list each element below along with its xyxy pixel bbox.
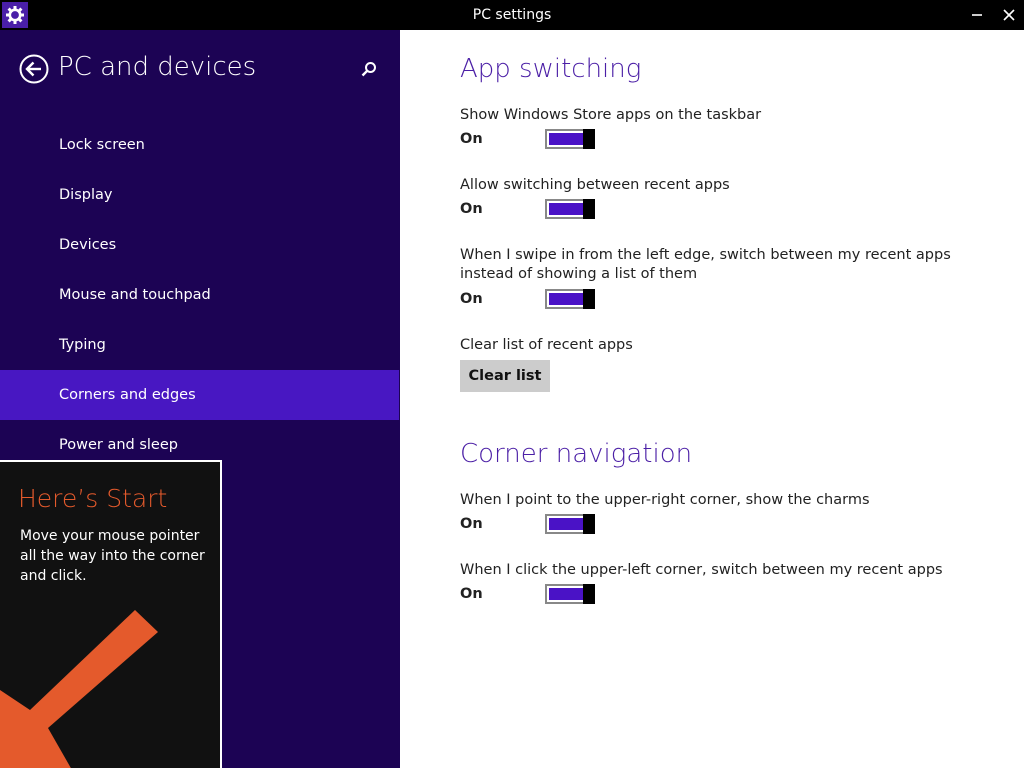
sidebar-item-mouse-and-touchpad[interactable]: Mouse and touchpad [0, 270, 399, 320]
upper-left-recent-apps-label: When I click the upper-left corner, swit… [460, 562, 943, 578]
toggle-thumb [583, 129, 595, 149]
upper-left-recent-apps-state: On [460, 586, 483, 602]
recent-apps-switching-toggle[interactable] [545, 199, 595, 219]
sidebar-item-lock-screen[interactable]: Lock screen [0, 120, 399, 170]
upper-right-charms-toggle[interactable] [545, 514, 595, 534]
toggle-fill [549, 203, 583, 215]
start-tip-panel: Here’s Start Move your mouse pointer all… [0, 460, 222, 768]
close-button[interactable] [994, 0, 1024, 30]
back-button[interactable] [19, 54, 49, 84]
sidebar-title: PC and devices [58, 52, 257, 82]
taskbar-store-apps-toggle[interactable] [545, 129, 595, 149]
sidebar-item-typing[interactable]: Typing [0, 320, 399, 370]
sidebar-item-corners-and-edges[interactable]: Corners and edges [0, 370, 399, 420]
upper-right-charms-label: When I point to the upper-right corner, … [460, 492, 870, 508]
toggle-thumb [583, 514, 595, 534]
arrow-down-left-icon [0, 610, 158, 768]
toggle-fill [549, 518, 583, 530]
clear-recent-apps-label: Clear list of recent apps [460, 337, 633, 353]
tip-body: Move your mouse pointer all the way into… [20, 528, 205, 584]
gear-icon[interactable] [2, 2, 28, 28]
back-arrow-icon [19, 54, 49, 84]
corner-navigation-heading: Corner navigation [460, 439, 693, 469]
toggle-fill [549, 293, 583, 305]
minimize-button[interactable] [962, 0, 992, 30]
title-bar: PC settings [0, 0, 1024, 30]
app-switching-heading: App switching [460, 54, 642, 84]
toggle-thumb [583, 199, 595, 219]
toggle-fill [549, 588, 583, 600]
clear-list-button[interactable]: Clear list [460, 360, 550, 392]
taskbar-store-apps-label: Show Windows Store apps on the taskbar [460, 107, 762, 123]
tip-title: Here’s Start [18, 484, 168, 513]
minimize-icon [972, 14, 982, 16]
upper-left-recent-apps-toggle[interactable] [545, 584, 595, 604]
swipe-left-edge-state: On [460, 291, 483, 307]
search-icon [361, 62, 376, 77]
toggle-thumb [583, 289, 595, 309]
pc-settings-window: PC settings PC and devices Lock screen D… [0, 0, 1024, 768]
recent-apps-switching-label: Allow switching between recent apps [460, 177, 730, 193]
swipe-left-edge-label: When I swipe in from the left edge, swit… [460, 247, 951, 282]
swipe-left-edge-toggle[interactable] [545, 289, 595, 309]
window-title: PC settings [472, 7, 552, 23]
close-icon [1003, 9, 1015, 21]
toggle-thumb [583, 584, 595, 604]
taskbar-store-apps-state: On [460, 131, 483, 147]
search-button[interactable] [360, 60, 380, 80]
main-content: App switching Show Windows Store apps on… [400, 30, 1024, 768]
upper-right-charms-state: On [460, 516, 483, 532]
recent-apps-switching-state: On [460, 201, 483, 217]
sidebar-item-display[interactable]: Display [0, 170, 399, 220]
sidebar-item-devices[interactable]: Devices [0, 220, 399, 270]
toggle-fill [549, 133, 583, 145]
